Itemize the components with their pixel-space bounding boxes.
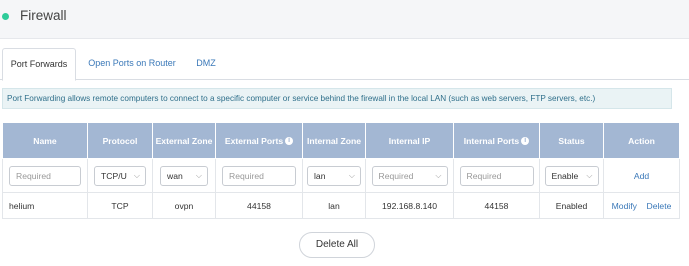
external-zone-select[interactable]: wan ⌵ bbox=[160, 165, 208, 186]
chevron-down-icon: ⌵ bbox=[133, 170, 140, 180]
cell-name: helium bbox=[2, 192, 88, 219]
status-dot bbox=[2, 13, 9, 20]
table-row: helium TCP ovpn 44158 lan 192.168.8.140 … bbox=[2, 192, 680, 219]
chevron-down-icon: ⌵ bbox=[348, 170, 355, 180]
internal-zone-select[interactable]: lan ⌵ bbox=[307, 165, 361, 186]
col-header-status: Status bbox=[539, 122, 604, 159]
col-header-external-zone: External Zone bbox=[152, 122, 216, 159]
cell-external-ports: 44158 bbox=[215, 192, 303, 219]
tab-bar: Port Forwards Open Ports on Router DMZ bbox=[0, 48, 689, 81]
col-header-name: Name bbox=[2, 122, 88, 159]
col-header-protocol: Protocol bbox=[87, 122, 153, 159]
chevron-down-icon: ⌵ bbox=[435, 170, 442, 180]
tab-open-ports[interactable]: Open Ports on Router bbox=[82, 48, 182, 80]
page-header: Firewall bbox=[0, 0, 689, 39]
info-notice: Port Forwarding allows remote computers … bbox=[2, 88, 672, 109]
delete-all-button[interactable]: Delete All bbox=[299, 232, 375, 258]
cell-status: Enabled bbox=[539, 192, 604, 219]
col-header-external-ports: External Ports i bbox=[215, 122, 303, 159]
internal-ip-input[interactable]: Required ⌵ bbox=[371, 165, 448, 186]
name-input[interactable]: Required bbox=[9, 165, 81, 186]
cell-internal-zone: lan bbox=[302, 192, 366, 219]
info-icon[interactable]: i bbox=[285, 137, 294, 146]
col-header-internal-ports: Internal Ports i bbox=[453, 122, 540, 159]
info-icon[interactable]: i bbox=[521, 137, 530, 146]
tab-port-forwards[interactable]: Port Forwards bbox=[2, 48, 76, 81]
tab-dmz[interactable]: DMZ bbox=[188, 48, 224, 80]
cell-internal-ports: 44158 bbox=[453, 192, 540, 219]
delete-button[interactable]: Delete bbox=[647, 201, 672, 211]
status-select[interactable]: Enable ⌵ bbox=[544, 165, 599, 186]
external-ports-input[interactable]: Required bbox=[222, 165, 296, 186]
chevron-down-icon: ⌵ bbox=[586, 170, 593, 180]
protocol-select[interactable]: TCP/U ⌵ bbox=[94, 165, 146, 186]
internal-ports-input[interactable]: Required bbox=[459, 165, 534, 186]
new-rule-input-row: Required TCP/U ⌵ wan ⌵ Required lan ⌵ Requi… bbox=[2, 158, 680, 193]
table-header-row: Name Protocol External Zone External Por… bbox=[2, 122, 680, 159]
cell-internal-ip: 192.168.8.140 bbox=[365, 192, 454, 219]
add-button[interactable]: Add bbox=[634, 171, 649, 181]
port-forwards-table: Name Protocol External Zone External Por… bbox=[2, 122, 680, 219]
col-header-action: Action bbox=[603, 122, 680, 159]
chevron-down-icon: ⌵ bbox=[195, 170, 202, 180]
col-header-internal-zone: Internal Zone bbox=[302, 122, 366, 159]
page-title: Firewall bbox=[20, 8, 67, 23]
col-header-internal-ip: Internal IP bbox=[365, 122, 454, 159]
cell-actions: Modify Delete bbox=[603, 192, 680, 219]
cell-protocol: TCP bbox=[87, 192, 153, 219]
modify-button[interactable]: Modify bbox=[612, 201, 637, 211]
cell-external-zone: ovpn bbox=[152, 192, 216, 219]
